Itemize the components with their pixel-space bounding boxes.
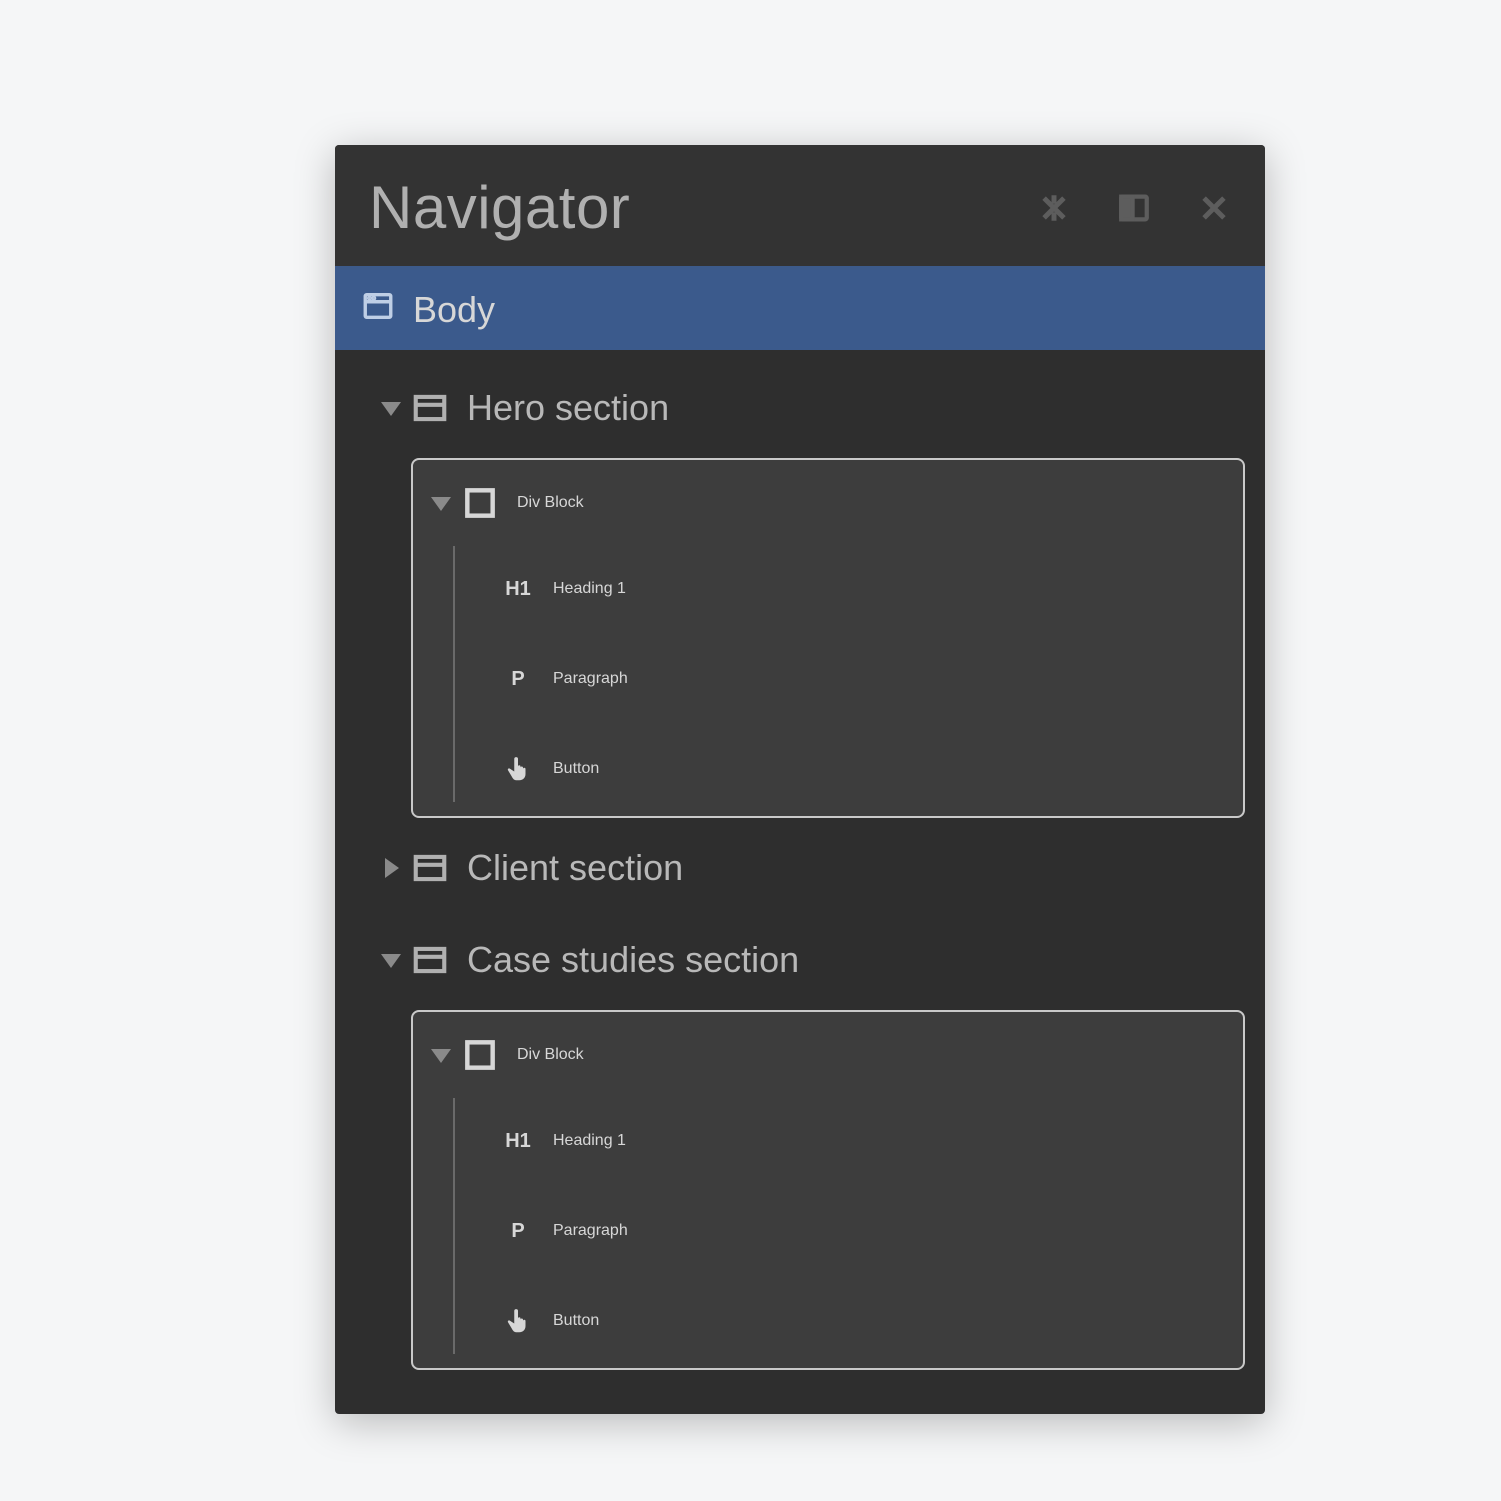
tree-item-label: Div Block bbox=[517, 494, 584, 512]
section-icon bbox=[411, 941, 449, 979]
tree-item-heading[interactable]: H1 Heading 1 bbox=[443, 1096, 1243, 1186]
chevron-down-icon[interactable] bbox=[381, 950, 401, 970]
section-icon bbox=[411, 389, 449, 427]
tree-item-label: Heading 1 bbox=[553, 580, 626, 598]
tree-item-case-studies-section[interactable]: Case studies section bbox=[335, 914, 1265, 1006]
tree-item-div-block[interactable]: Div Block H1 Heading 1 P Paragraph bbox=[411, 458, 1245, 818]
tree-item-paragraph[interactable]: P Paragraph bbox=[443, 634, 1243, 724]
tree-item-heading[interactable]: H1 Heading 1 bbox=[443, 544, 1243, 634]
h1-icon: H1 bbox=[503, 578, 533, 601]
tree-item-hero-section[interactable]: Hero section bbox=[335, 362, 1265, 454]
sidebar-toggle-icon[interactable] bbox=[1117, 191, 1151, 225]
tree-item-label: Case studies section bbox=[467, 939, 799, 981]
tree-guide-line bbox=[453, 1098, 455, 1354]
chevron-down-icon[interactable] bbox=[431, 1045, 451, 1065]
paragraph-icon: P bbox=[503, 668, 533, 691]
navigator-panel: Navigator bbox=[335, 145, 1265, 1414]
tree-item-label: Heading 1 bbox=[553, 1132, 626, 1150]
tree-item-paragraph[interactable]: P Paragraph bbox=[443, 1186, 1243, 1276]
collapse-all-icon[interactable] bbox=[1037, 191, 1071, 225]
chevron-right-icon[interactable] bbox=[381, 858, 401, 878]
panel-title: Navigator bbox=[369, 173, 630, 242]
tree-item-label: Hero section bbox=[467, 387, 669, 429]
tree-item-body[interactable]: Body bbox=[335, 270, 1265, 350]
tree-item-label: Div Block bbox=[517, 1046, 584, 1064]
tree-item-label: Button bbox=[553, 760, 599, 778]
paragraph-icon: P bbox=[503, 1220, 533, 1243]
section-icon bbox=[411, 849, 449, 887]
tree: Hero section Div Block bbox=[335, 350, 1265, 1414]
tree-item-button[interactable]: Button bbox=[443, 1276, 1243, 1366]
tree-item-div-block[interactable]: Div Block H1 Heading 1 P Paragraph bbox=[411, 1010, 1245, 1370]
tree-item-label: Paragraph bbox=[553, 670, 628, 688]
close-icon[interactable] bbox=[1197, 191, 1231, 225]
tree-item-client-section[interactable]: Client section bbox=[335, 822, 1265, 914]
div-icon bbox=[461, 484, 499, 522]
body-icon bbox=[361, 289, 395, 332]
panel-header-actions bbox=[1037, 191, 1231, 225]
div-icon bbox=[461, 1036, 499, 1074]
tree-item-label: Client section bbox=[467, 847, 683, 889]
tree-item-label: Button bbox=[553, 1312, 599, 1330]
tree-item-button[interactable]: Button bbox=[443, 724, 1243, 814]
tree-item-label: Body bbox=[413, 289, 495, 331]
chevron-down-icon[interactable] bbox=[431, 493, 451, 513]
h1-icon: H1 bbox=[503, 1130, 533, 1153]
chevron-down-icon[interactable] bbox=[381, 398, 401, 418]
pointer-icon bbox=[503, 1306, 533, 1336]
tree-item-label: Paragraph bbox=[553, 1222, 628, 1240]
panel-header: Navigator bbox=[335, 145, 1265, 270]
pointer-icon bbox=[503, 754, 533, 784]
tree-guide-line bbox=[453, 546, 455, 802]
